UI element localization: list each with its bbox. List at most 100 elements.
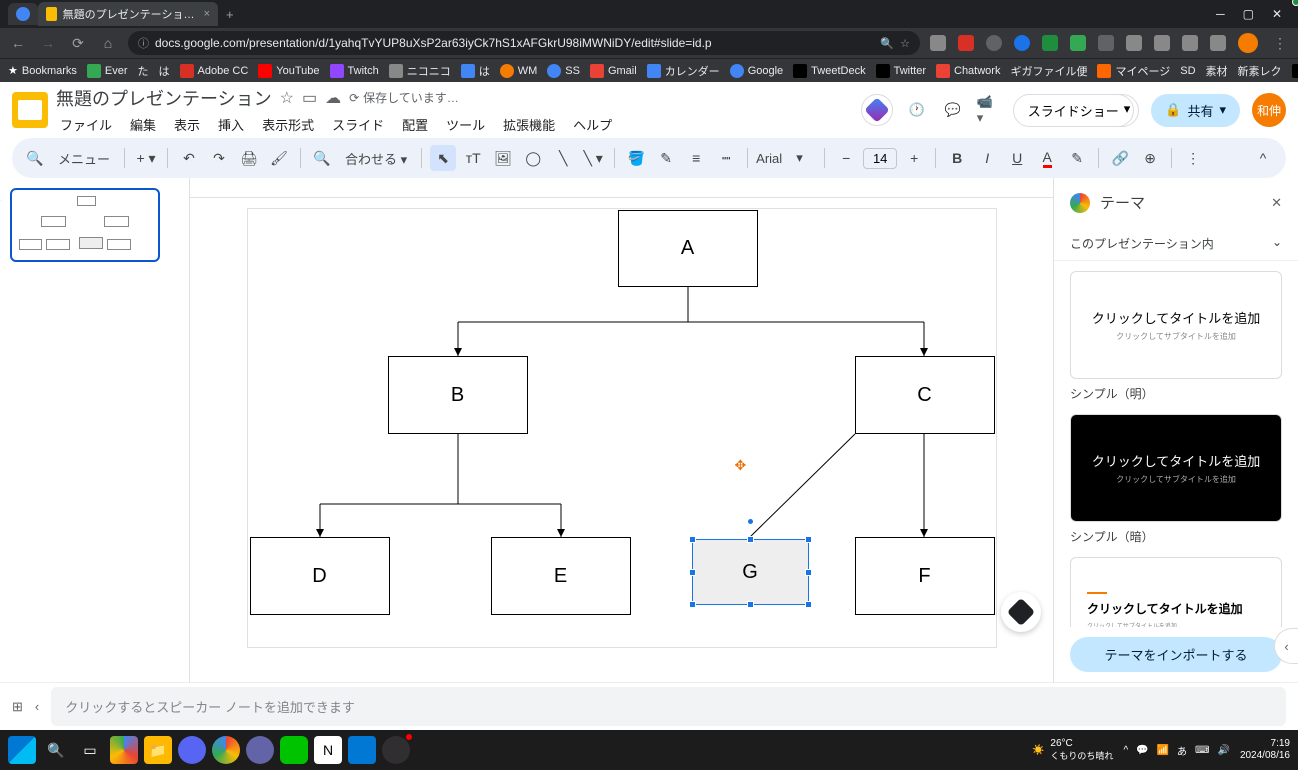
- bookmark-item[interactable]: ギガファイル便: [1010, 63, 1087, 79]
- textbox-tool[interactable]: тT: [460, 145, 486, 171]
- selection-handle[interactable]: [805, 601, 812, 608]
- shape-b[interactable]: B: [388, 356, 528, 434]
- bookmark-item[interactable]: 新素レク: [1238, 63, 1282, 79]
- extension-icon[interactable]: [958, 35, 974, 51]
- bookmark-item[interactable]: Google: [730, 64, 783, 78]
- rotation-handle[interactable]: [747, 518, 754, 525]
- volume-icon[interactable]: 🔊: [1217, 745, 1229, 756]
- bookmark-item[interactable]: TweetDeck: [793, 64, 865, 78]
- app-icon[interactable]: [246, 736, 274, 764]
- font-select[interactable]: Arial▾: [756, 150, 816, 166]
- extension-icon[interactable]: [1154, 35, 1170, 51]
- canvas-scroll[interactable]: A B C D E F G: [190, 178, 1053, 682]
- shape-c[interactable]: C: [855, 356, 995, 434]
- shape-f[interactable]: F: [855, 537, 995, 615]
- meet-icon[interactable]: 📹 ▾: [977, 98, 1001, 122]
- bookmark-item[interactable]: カレンダー: [647, 63, 720, 79]
- close-icon[interactable]: ×: [204, 8, 210, 20]
- star-icon[interactable]: ☆: [280, 88, 294, 108]
- url-input[interactable]: ⓘ docs.google.com/presentation/d/1yahqTv…: [128, 31, 920, 55]
- theme-card-simple-dark[interactable]: クリックしてタイトルを追加 クリックしてサブタイトルを追加: [1070, 414, 1282, 522]
- bookmark-item[interactable]: ニコニコ: [389, 63, 451, 79]
- selection-handle[interactable]: [805, 536, 812, 543]
- history-icon[interactable]: 🕐: [905, 98, 929, 122]
- site-info-icon[interactable]: ⓘ: [138, 35, 149, 51]
- bookmark-item[interactable]: Twitch: [330, 64, 379, 78]
- menu-help[interactable]: ヘルプ: [569, 113, 616, 136]
- shape-tool[interactable]: ◯: [520, 145, 546, 171]
- browser-tab-active[interactable]: 無題のプレゼンテーション - Google ×: [38, 2, 218, 26]
- border-dash-button[interactable]: ┉: [713, 145, 739, 171]
- paint-format-button[interactable]: 🖌: [266, 145, 292, 171]
- cloud-icon[interactable]: ☁: [325, 88, 341, 108]
- extension-icon[interactable]: [1126, 35, 1142, 51]
- comment-icon[interactable]: 💬: [941, 98, 965, 122]
- image-tool[interactable]: 🖼: [490, 145, 516, 171]
- theme-card-streamline[interactable]: クリックしてタイトルを追加 クリックしてサブタイトルを追加: [1070, 557, 1282, 627]
- gemini-button[interactable]: [861, 94, 893, 126]
- menu-view[interactable]: 表示: [170, 113, 204, 136]
- decrease-font-button[interactable]: −: [833, 145, 859, 171]
- bookmark-item[interactable]: 素材: [1206, 63, 1228, 79]
- connector-tool[interactable]: ╲ ▾: [580, 145, 606, 171]
- bookmark-item[interactable]: Perplexity: [1292, 64, 1298, 78]
- font-size-input[interactable]: 14: [863, 148, 897, 169]
- theme-card-simple-light[interactable]: クリックしてタイトルを追加 クリックしてサブタイトルを追加: [1070, 271, 1282, 379]
- bookmark-item[interactable]: SD: [1180, 65, 1195, 77]
- browser-menu-button[interactable]: ⋮: [1270, 35, 1290, 52]
- obs-icon[interactable]: [382, 736, 410, 764]
- bookmark-item[interactable]: は: [159, 63, 170, 79]
- forward-button[interactable]: →: [38, 35, 58, 51]
- share-button[interactable]: 🔒共有▾: [1151, 94, 1240, 127]
- tray-icon[interactable]: 💬: [1136, 745, 1148, 756]
- border-weight-button[interactable]: ≡: [683, 145, 709, 171]
- menu-extensions[interactable]: 拡張機能: [499, 113, 559, 136]
- tray-icon[interactable]: 📶: [1157, 745, 1169, 756]
- extension-icon[interactable]: [986, 35, 1002, 51]
- selection-handle[interactable]: [689, 601, 696, 608]
- theme-section-toggle[interactable]: このプレゼンテーション内 ⌄: [1054, 227, 1298, 261]
- explorer-icon[interactable]: 📁: [144, 736, 172, 764]
- shape-d[interactable]: D: [250, 537, 390, 615]
- print-button[interactable]: 🖨: [236, 145, 262, 171]
- close-window-button[interactable]: ✕: [1272, 7, 1282, 21]
- link-button[interactable]: 🔗: [1107, 145, 1133, 171]
- notion-icon[interactable]: N: [314, 736, 342, 764]
- theme-list[interactable]: クリックしてタイトルを追加 クリックしてサブタイトルを追加 シンプル（明） クリ…: [1054, 261, 1298, 627]
- selection-handle[interactable]: [689, 536, 696, 543]
- weather-widget[interactable]: ☀️ 26°C くもりのち晴れ: [1032, 738, 1113, 762]
- bookmark-item[interactable]: YouTube: [258, 64, 319, 78]
- extension-icon[interactable]: [1098, 35, 1114, 51]
- extension-icon[interactable]: [930, 35, 946, 51]
- menu-tools[interactable]: ツール: [442, 113, 489, 136]
- text-color-button[interactable]: A: [1034, 145, 1060, 171]
- extension-icon[interactable]: [1014, 35, 1030, 51]
- menu-edit[interactable]: 編集: [126, 113, 160, 136]
- fill-color-button[interactable]: 🪣: [623, 145, 649, 171]
- slides-logo[interactable]: [12, 92, 48, 128]
- line-icon[interactable]: [280, 736, 308, 764]
- undo-button[interactable]: ↶: [176, 145, 202, 171]
- bookmark-item[interactable]: SS: [547, 64, 580, 78]
- extension-icon[interactable]: [1182, 35, 1198, 51]
- search-icon[interactable]: 🔍: [42, 736, 70, 764]
- tray-icon[interactable]: ⌨: [1195, 745, 1209, 756]
- shape-g-selected[interactable]: G: [692, 539, 809, 605]
- tray-chevron-icon[interactable]: ^: [1123, 745, 1128, 756]
- slide-thumbnail[interactable]: [10, 188, 160, 262]
- comment-button[interactable]: ⊕: [1137, 145, 1163, 171]
- menu-format[interactable]: 表示形式: [258, 113, 318, 136]
- selection-handle[interactable]: [747, 601, 754, 608]
- collapse-panel-icon[interactable]: ‹: [35, 699, 39, 714]
- new-tab-button[interactable]: +: [218, 7, 242, 22]
- menu-arrange[interactable]: 配置: [398, 113, 432, 136]
- new-slide-button[interactable]: + ▾: [133, 145, 159, 171]
- extension-icon[interactable]: [1210, 35, 1226, 51]
- bookmark-item[interactable]: マイページ: [1097, 63, 1170, 79]
- menu-file[interactable]: ファイル: [56, 113, 116, 136]
- discord-icon[interactable]: [178, 736, 206, 764]
- italic-button[interactable]: I: [974, 145, 1000, 171]
- close-icon[interactable]: ✕: [1271, 195, 1282, 211]
- shape-a[interactable]: A: [618, 210, 758, 287]
- bold-button[interactable]: B: [944, 145, 970, 171]
